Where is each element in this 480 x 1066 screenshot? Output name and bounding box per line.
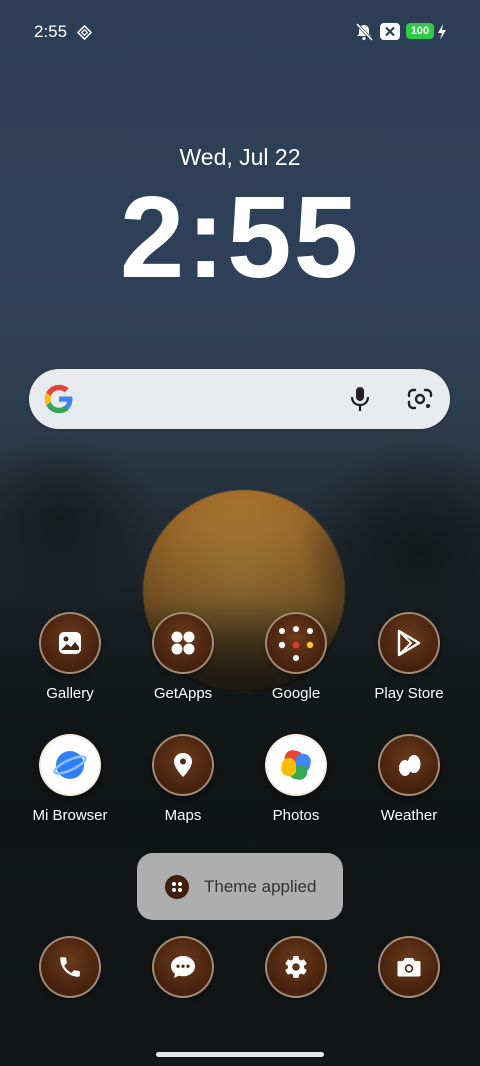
app-label: Play Store xyxy=(374,685,444,702)
google-g-logo xyxy=(44,384,73,414)
settings-icon[interactable] xyxy=(265,936,327,998)
maps-icon[interactable] xyxy=(152,734,214,796)
dock-messages[interactable] xyxy=(128,936,238,998)
app-label: GetApps xyxy=(153,685,213,702)
close-box-icon xyxy=(380,23,400,40)
clock-time[interactable]: 2:55 xyxy=(0,170,480,304)
app-play-store[interactable]: Play Store xyxy=(354,612,464,702)
app-label: Gallery xyxy=(46,685,94,702)
clock-date[interactable]: Wed, Jul 22 xyxy=(0,144,480,171)
toast-theme-applied: Theme applied xyxy=(137,853,343,920)
battery-level: 100 xyxy=(410,25,430,37)
app-maps[interactable]: Maps xyxy=(128,734,238,824)
mi-browser-icon[interactable] xyxy=(39,734,101,796)
charging-bolt-icon xyxy=(438,24,446,40)
app-label: Maps xyxy=(164,807,202,824)
app-getapps[interactable]: GetApps xyxy=(128,612,238,702)
app-mi-browser[interactable]: Mi Browser xyxy=(15,734,125,824)
dock-phone[interactable] xyxy=(15,936,125,998)
themes-icon xyxy=(165,874,189,899)
google-search-bar[interactable] xyxy=(29,369,450,429)
app-label: Photos xyxy=(272,807,320,824)
app-label: Google xyxy=(271,685,321,702)
app-label: Mi Browser xyxy=(32,807,108,824)
dock-settings[interactable] xyxy=(241,936,351,998)
app-label: Weather xyxy=(380,807,438,824)
gesture-nav-handle[interactable] xyxy=(156,1052,324,1057)
camera-icon[interactable] xyxy=(378,936,440,998)
photos-icon[interactable] xyxy=(265,734,327,796)
toast-text: Theme applied xyxy=(204,876,317,896)
status-bar: 2:55 100 xyxy=(0,18,480,46)
play-store-icon[interactable] xyxy=(378,612,440,674)
phone-icon[interactable] xyxy=(39,936,101,998)
messages-icon[interactable] xyxy=(152,936,214,998)
google-folder-icon[interactable] xyxy=(265,612,327,674)
weather-icon[interactable] xyxy=(378,734,440,796)
app-gallery[interactable]: Gallery xyxy=(15,612,125,702)
microphone-icon[interactable] xyxy=(349,386,371,412)
battery-indicator: 100 xyxy=(406,23,434,39)
app-weather[interactable]: Weather xyxy=(354,734,464,824)
gallery-icon[interactable] xyxy=(39,612,101,674)
dock-camera[interactable] xyxy=(354,936,464,998)
status-time: 2:55 xyxy=(34,22,68,41)
vpn-diamond-icon xyxy=(77,25,92,40)
bell-off-icon xyxy=(355,22,374,42)
google-lens-icon[interactable] xyxy=(407,387,433,411)
app-google-folder[interactable]: Google xyxy=(241,612,351,702)
app-photos[interactable]: Photos xyxy=(241,734,351,824)
getapps-icon[interactable] xyxy=(152,612,214,674)
